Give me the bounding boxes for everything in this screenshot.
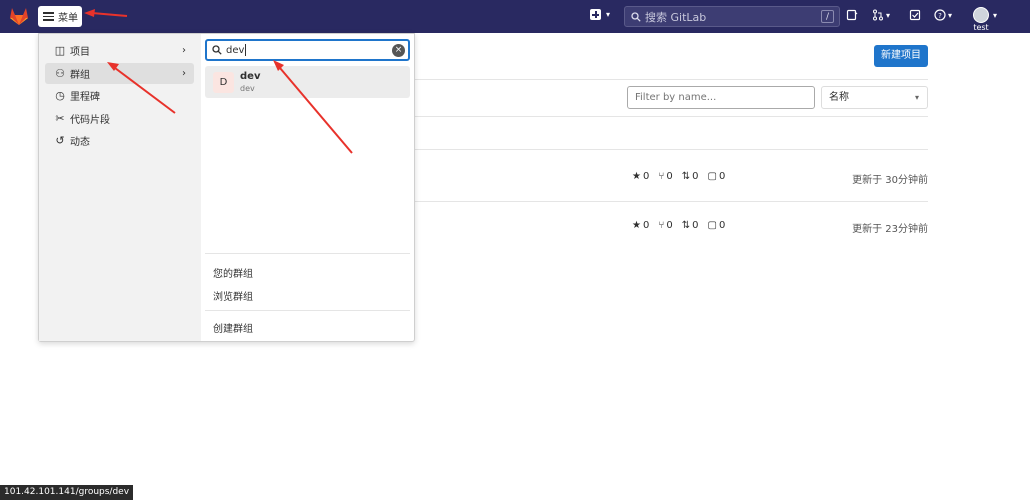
user-name: test (973, 23, 989, 32)
divider (205, 253, 410, 254)
group-search-input[interactable]: dev × (205, 39, 410, 61)
nav-item-milestones[interactable]: ◷ 里程碑 (45, 85, 194, 106)
chevron-down-icon[interactable]: ▾ (993, 9, 997, 23)
clear-icon[interactable]: × (392, 44, 405, 57)
your-groups-link[interactable]: 您的群组 (213, 265, 253, 280)
divider (415, 201, 928, 202)
help-icon[interactable]: ? (934, 9, 946, 24)
menu-dropdown: ◫ 项目 › ⚇ 群组 › ◷ 里程碑 ✂ 代码片段 ↺ 动态 dev × D … (38, 33, 415, 342)
todo-checkbox-icon[interactable] (909, 9, 921, 24)
search-icon (212, 45, 222, 55)
nav-item-snippets[interactable]: ✂ 代码片段 (45, 108, 194, 129)
user-menu[interactable]: test (970, 7, 992, 32)
chevron-down-icon[interactable]: ▾ (886, 9, 890, 23)
divider (415, 79, 928, 80)
group-icon: ⚇ (55, 67, 65, 80)
updated-time: 更新于 23分钟前 (852, 224, 928, 235)
hamburger-icon (43, 12, 54, 21)
new-project-button[interactable]: 新建项目 (874, 45, 928, 67)
merge-request-icon: ⇅ (681, 171, 691, 182)
merge-request-icon: ⇅ (681, 220, 691, 231)
chevron-down-icon: ▾ (606, 10, 611, 19)
group-name: dev (240, 71, 261, 82)
merge-request-icon[interactable] (872, 9, 884, 24)
menu-button[interactable]: 菜单 (38, 6, 82, 27)
issue-count[interactable]: ▢ 0 (707, 171, 725, 182)
merge-request-count[interactable]: ⇅ 0 (682, 220, 699, 231)
group-avatar: D (213, 72, 234, 93)
status-bar-url: 101.42.101.141/groups/dev (0, 485, 134, 500)
issue-count[interactable]: ▢ 0 (707, 220, 725, 231)
issues-icon: ▢ (707, 220, 717, 231)
nav-item-groups[interactable]: ⚇ 群组 › (45, 63, 194, 84)
divider (205, 310, 410, 311)
gitlab-logo-icon[interactable] (8, 6, 30, 26)
avatar (973, 7, 989, 23)
chevron-right-icon: › (182, 45, 186, 56)
fork-count[interactable]: ⑂ 0 (658, 171, 672, 182)
text-cursor (245, 44, 247, 56)
search-icon (631, 11, 641, 22)
project-row-stats: ★ 0 ⑂ 0 ⇅ 0 ▢ 0 (632, 171, 725, 182)
chevron-right-icon: › (182, 68, 186, 79)
search-shortcut-badge: / (821, 10, 834, 23)
chevron-down-icon: ▾ (914, 93, 919, 102)
create-group-link[interactable]: 创建群组 (213, 320, 253, 335)
merge-request-count[interactable]: ⇅ 0 (682, 171, 699, 182)
project-row-stats: ★ 0 ⑂ 0 ⇅ 0 ▢ 0 (632, 220, 725, 231)
create-new-button[interactable]: ▾ (590, 9, 610, 20)
divider (415, 149, 928, 150)
star-count[interactable]: ★ 0 (632, 171, 649, 182)
issues-icon: ▢ (707, 171, 717, 182)
nav-item-projects[interactable]: ◫ 项目 › (45, 40, 194, 61)
explore-groups-link[interactable]: 浏览群组 (213, 288, 253, 303)
group-search-value: dev (226, 44, 245, 56)
fork-count[interactable]: ⑂ 0 (658, 220, 672, 231)
divider (415, 116, 928, 117)
group-path: dev (240, 84, 255, 93)
scissors-icon: ✂ (55, 112, 65, 125)
project-icon: ◫ (54, 44, 66, 57)
menu-button-label: 菜单 (58, 13, 78, 24)
menu-nav-panel: ◫ 项目 › ⚇ 群组 › ◷ 里程碑 ✂ 代码片段 ↺ 动态 (39, 34, 201, 341)
fork-icon: ⑂ (658, 171, 665, 182)
updated-time: 更新于 30分钟前 (852, 175, 928, 186)
search-result-item[interactable]: D dev dev (205, 66, 410, 98)
plus-square-icon (590, 9, 601, 20)
sort-select[interactable]: 名称 ▾ (821, 86, 928, 109)
top-navbar: 菜单 ▾ 搜索 GitLab / ▾ ? ▾ test ▾ (0, 0, 1030, 33)
search-placeholder: 搜索 GitLab (645, 10, 707, 24)
sort-value: 名称 (829, 92, 849, 103)
filter-input[interactable] (627, 86, 815, 109)
issues-icon[interactable] (846, 9, 858, 24)
star-count[interactable]: ★ 0 (632, 220, 649, 231)
search-input[interactable]: 搜索 GitLab / (624, 6, 840, 27)
clock-icon: ◷ (55, 89, 65, 102)
chevron-down-icon[interactable]: ▾ (948, 9, 952, 23)
nav-item-activity[interactable]: ↺ 动态 (45, 130, 194, 151)
history-icon: ↺ (55, 134, 65, 147)
svg-text:?: ? (938, 12, 942, 20)
fork-icon: ⑂ (658, 220, 665, 231)
